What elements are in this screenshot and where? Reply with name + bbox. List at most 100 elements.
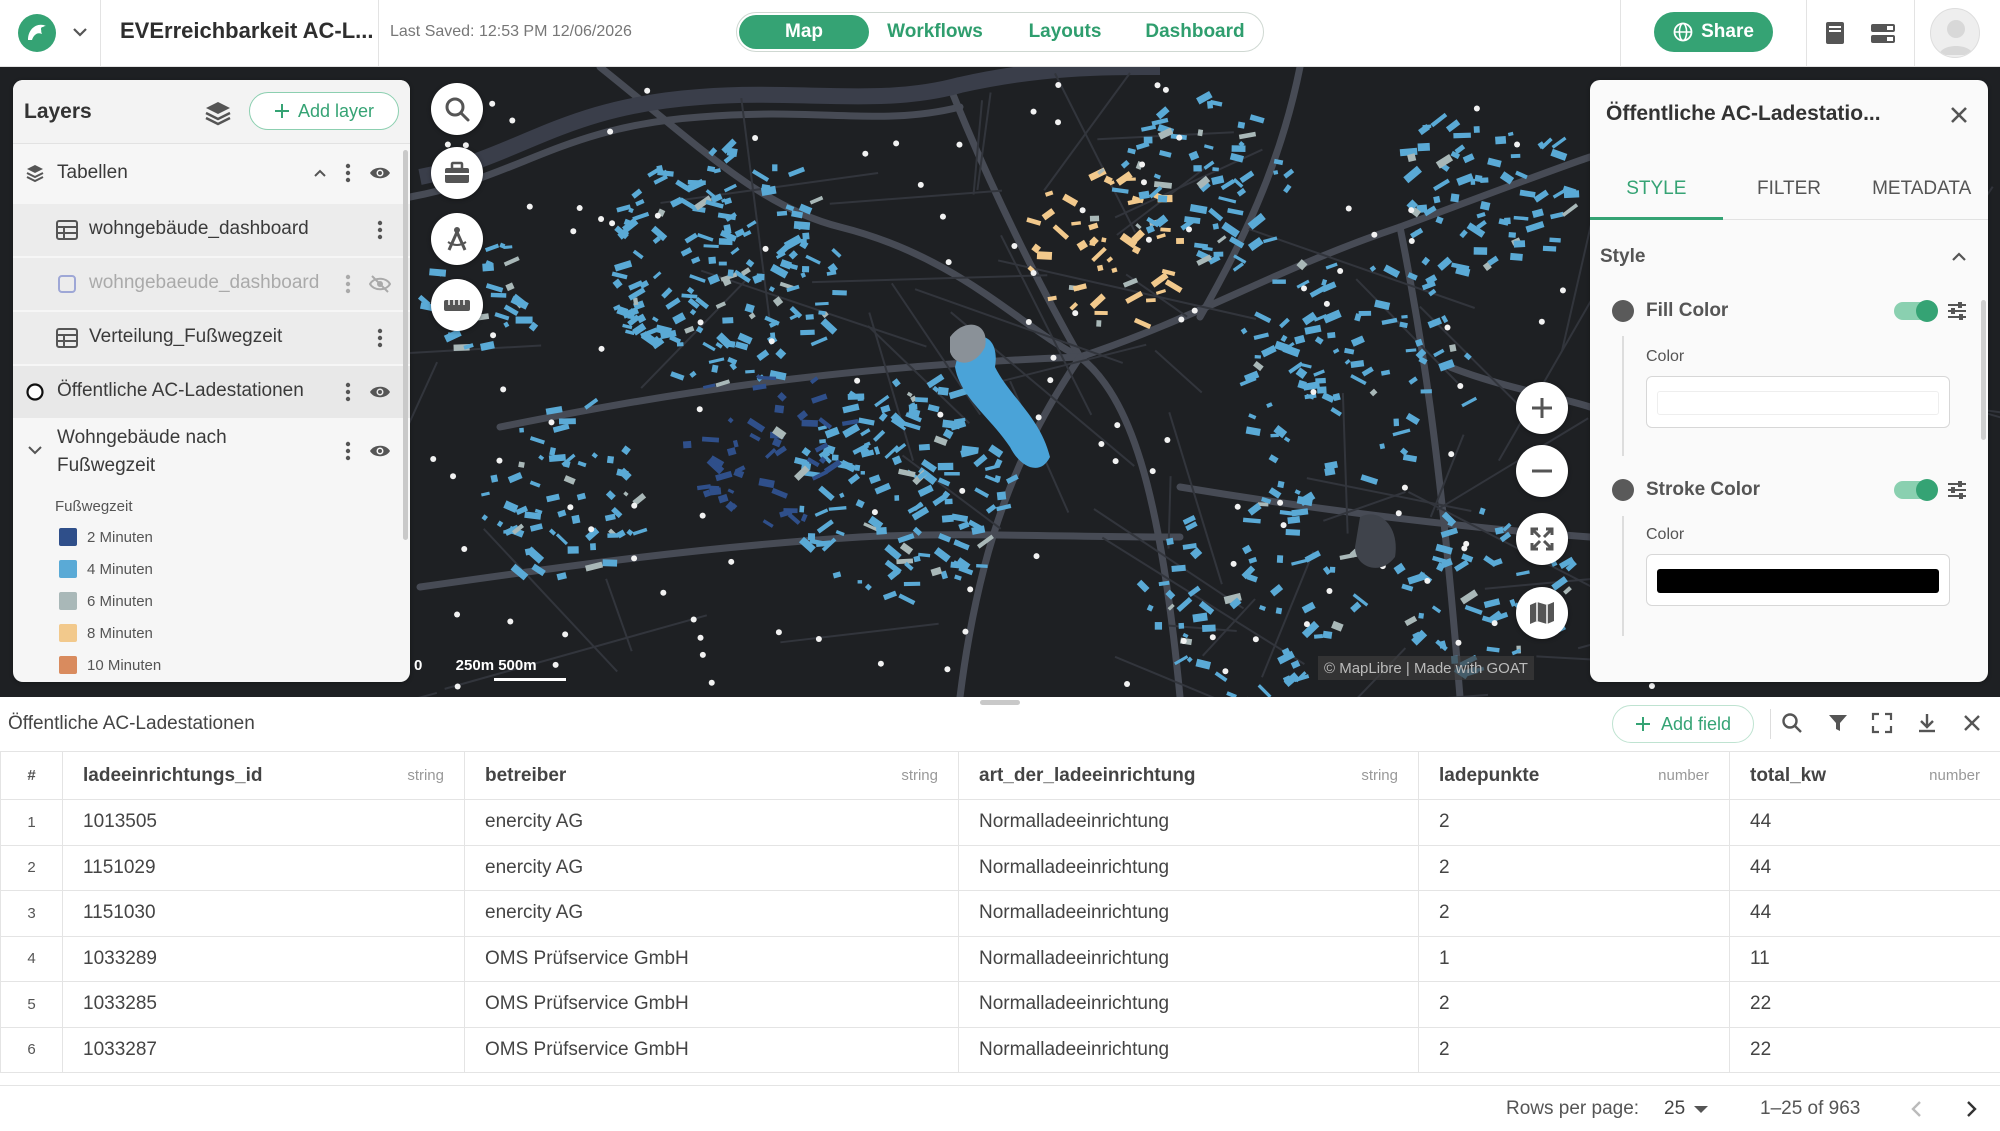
caret-down-icon[interactable] [1694, 1106, 1708, 1113]
chevron-right-icon[interactable] [1958, 1096, 1984, 1122]
properties-scrollbar[interactable] [1981, 300, 1986, 440]
column-header-betreiber[interactable]: betreiber string [464, 751, 959, 800]
table-cell[interactable]: 22 [1729, 981, 2000, 1028]
table-cell[interactable]: 22 [1729, 1026, 2000, 1073]
tab-layouts[interactable]: Layouts [1001, 15, 1129, 49]
add-layer-button[interactable]: Add layer [249, 92, 399, 130]
zoom-out-button[interactable] [1516, 445, 1568, 497]
column-header-ladepunkte[interactable]: ladepunkte number [1418, 751, 1730, 800]
tab-workflows[interactable]: Workflows [869, 15, 1001, 49]
tab-filter[interactable]: FILTER [1723, 160, 1856, 219]
layer-row-verteilung-fusswegzeit[interactable]: Verteilung_Fußwegzeit [13, 312, 410, 364]
search-icon[interactable] [1780, 711, 1804, 735]
table-cell[interactable]: Normalladeeinrichtung [958, 1026, 1419, 1073]
fill-color-toggle[interactable] [1894, 300, 1938, 322]
table-cell[interactable]: Normalladeeinrichtung [958, 844, 1419, 891]
table-cell[interactable]: 2 [1418, 799, 1730, 846]
table-row[interactable]: 1 1013505 enercity AG Normalladeeinricht… [0, 799, 2000, 846]
eye-off-icon[interactable] [369, 274, 391, 294]
table-cell[interactable]: 1151029 [62, 844, 465, 891]
layer-group-tabellen[interactable]: Tabellen [13, 150, 410, 196]
more-vert-icon[interactable] [343, 273, 353, 295]
layer-row-wohngebaude-dashboard[interactable]: wohngebäude_dashboard [13, 204, 410, 256]
layers-stack-icon[interactable] [203, 98, 233, 128]
chevron-up-icon[interactable] [311, 164, 329, 182]
fill-color-picker[interactable] [1646, 376, 1950, 428]
table-cell[interactable]: 11 [1729, 935, 2000, 982]
user-avatar[interactable] [1930, 8, 1980, 58]
table-row[interactable]: 5 1033285 OMS Prüfservice GmbH Normallad… [0, 981, 2000, 1028]
more-vert-icon[interactable] [375, 327, 385, 349]
book-icon[interactable] [1820, 18, 1850, 48]
table-cell[interactable]: 44 [1729, 844, 2000, 891]
more-vert-icon[interactable] [343, 162, 353, 184]
zoom-in-button[interactable] [1516, 382, 1568, 434]
table-cell[interactable]: enercity AG [464, 844, 959, 891]
column-header-art-der-ladeeinrichtung[interactable]: art_der_ladeeinrichtung string [958, 751, 1419, 800]
table-row[interactable]: 4 1033289 OMS Prüfservice GmbH Normallad… [0, 935, 2000, 982]
stroke-color-toggle[interactable] [1894, 479, 1938, 501]
table-cell[interactable]: 2 [1418, 981, 1730, 1028]
tab-map[interactable]: Map [739, 15, 869, 49]
column-header-total-kw[interactable]: total_kw number [1729, 751, 2000, 800]
table-cell[interactable]: 1033289 [62, 935, 465, 982]
toolbox-button[interactable] [431, 147, 483, 199]
style-section-title[interactable]: Style [1600, 246, 1645, 268]
table-cell[interactable]: 2 [1418, 844, 1730, 891]
table-cell[interactable]: 44 [1729, 890, 2000, 937]
tab-dashboard[interactable]: Dashboard [1129, 15, 1261, 49]
checkbox-outline-icon[interactable] [57, 274, 77, 294]
close-icon[interactable] [1946, 102, 1972, 128]
more-vert-icon[interactable] [343, 381, 353, 403]
more-vert-icon[interactable] [343, 440, 353, 462]
tab-metadata[interactable]: METADATA [1855, 160, 1988, 219]
layer-row-wohngebaeude-dashboard[interactable]: wohngebaeude_dashboard [13, 258, 410, 310]
add-field-button[interactable]: Add field [1612, 705, 1754, 743]
basemap-button[interactable] [1516, 587, 1568, 639]
table-cell[interactable]: OMS Prüfservice GmbH [464, 1026, 959, 1073]
table-cell[interactable]: OMS Prüfservice GmbH [464, 935, 959, 982]
table-cell[interactable]: 2 [1418, 1026, 1730, 1073]
table-cell[interactable]: OMS Prüfservice GmbH [464, 981, 959, 1028]
table-row[interactable]: 6 1033287 OMS Prüfservice GmbH Normallad… [0, 1026, 2000, 1073]
chevron-up-icon[interactable] [1948, 246, 1970, 268]
table-cell[interactable]: enercity AG [464, 799, 959, 846]
table-cell[interactable]: enercity AG [464, 890, 959, 937]
layer-row-wohngebaude-fusswegzeit[interactable]: Wohngebäude nach Fußwegzeit [13, 420, 410, 482]
draw-tool-button[interactable] [431, 213, 483, 265]
layer-row-ac-ladestationen[interactable]: Öffentliche AC-Ladestationen [13, 366, 410, 418]
eye-icon[interactable] [369, 163, 391, 183]
resize-handle[interactable] [980, 700, 1020, 705]
table-cell[interactable]: 44 [1729, 799, 2000, 846]
chevron-down-icon[interactable] [25, 440, 45, 460]
goat-logo-icon[interactable] [16, 12, 58, 54]
chevron-left-icon[interactable] [1904, 1096, 1930, 1122]
layout-icon[interactable] [1868, 18, 1898, 48]
share-button[interactable]: Share [1654, 12, 1773, 52]
eye-icon[interactable] [369, 382, 391, 402]
table-cell[interactable]: 1 [1418, 935, 1730, 982]
layers-scrollbar[interactable] [403, 150, 408, 540]
more-vert-icon[interactable] [375, 219, 385, 241]
download-icon[interactable] [1915, 711, 1939, 735]
eye-icon[interactable] [369, 441, 391, 461]
close-icon[interactable] [1960, 711, 1984, 735]
chevron-down-icon[interactable] [70, 22, 90, 42]
map-search-button[interactable] [431, 83, 483, 135]
table-cell[interactable]: Normalladeeinrichtung [958, 981, 1419, 1028]
measure-button[interactable] [431, 279, 483, 331]
table-cell[interactable]: 1033287 [62, 1026, 465, 1073]
table-row[interactable]: 3 1151030 enercity AG Normalladeeinricht… [0, 890, 2000, 937]
table-row[interactable]: 2 1151029 enercity AG Normalladeeinricht… [0, 844, 2000, 891]
fullscreen-button[interactable] [1516, 513, 1568, 565]
tab-style[interactable]: STYLE [1590, 160, 1723, 220]
table-cell[interactable]: Normalladeeinrichtung [958, 890, 1419, 937]
map-attribution[interactable]: © MapLibre | Made with GOAT [1318, 656, 1534, 680]
filter-icon[interactable] [1826, 711, 1850, 735]
column-header-ladeeinrichtungs-id[interactable]: ladeeinrichtungs_id string [62, 751, 465, 800]
table-cell[interactable]: 1013505 [62, 799, 465, 846]
table-cell[interactable]: Normalladeeinrichtung [958, 799, 1419, 846]
stroke-color-picker[interactable] [1646, 554, 1950, 606]
expand-icon[interactable] [1870, 711, 1894, 735]
table-cell[interactable]: 1033285 [62, 981, 465, 1028]
